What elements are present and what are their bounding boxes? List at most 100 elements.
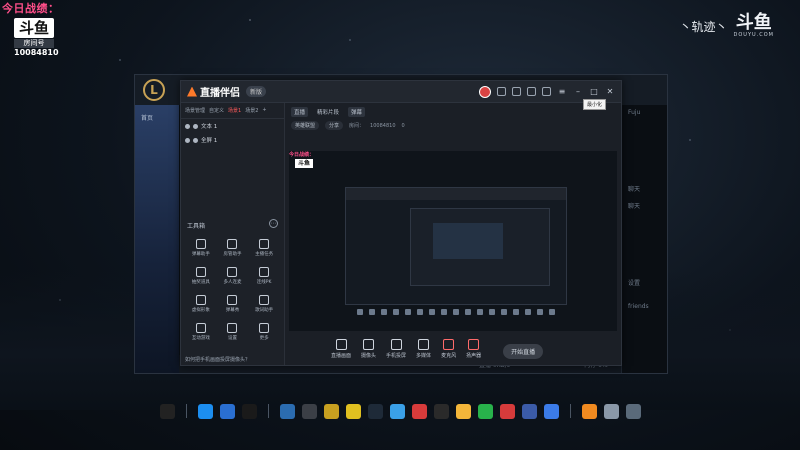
add-scene-button[interactable]: +	[262, 107, 266, 114]
control-media[interactable]: 多媒体	[416, 339, 431, 359]
tool-item[interactable]: 歌词助手	[248, 295, 280, 313]
tool-item[interactable]: 弹幕助手	[185, 239, 217, 257]
tool-item[interactable]: 多人连麦	[217, 267, 249, 285]
stream-preview[interactable]: 今日战绩： 斗鱼	[289, 151, 617, 331]
scene-source-item[interactable]: 文本 1	[181, 119, 284, 133]
toolbox-title: 工具箱	[187, 223, 206, 230]
tool-icon	[195, 323, 206, 333]
friend-row[interactable]: 聊天	[622, 197, 667, 214]
control-camera[interactable]: 摄像头	[361, 339, 376, 359]
wechat-icon[interactable]	[477, 403, 493, 419]
source-label: 全屏 1	[201, 138, 218, 144]
menu-icon[interactable]: ≡	[557, 87, 567, 96]
tool-item[interactable]: 连线PK	[248, 267, 280, 285]
screen-icon[interactable]	[527, 87, 536, 96]
game-icon[interactable]	[241, 403, 257, 419]
mail-icon[interactable]	[521, 403, 537, 419]
tab-scene-2[interactable]: 场景2	[245, 107, 258, 114]
emoji-icon[interactable]	[455, 403, 471, 419]
camera-icon	[363, 339, 375, 350]
close-button[interactable]: ✕	[605, 87, 615, 96]
lock-icon[interactable]	[193, 123, 198, 129]
tool-icon	[195, 239, 206, 249]
preview-overlay-logo: 斗鱼	[295, 159, 313, 168]
search-icon[interactable]	[219, 403, 235, 419]
gift-icon[interactable]	[497, 87, 506, 96]
recursive-header	[346, 188, 566, 200]
subtab-live[interactable]: 直播	[291, 107, 309, 117]
tool-icon	[259, 239, 270, 249]
taskbar	[0, 396, 800, 426]
scene-panel: 场景管理 自定义 场景1 场景2 + 文本 1 全屏 1 工具箱 ⋯ 弹幕助手 …	[181, 103, 285, 365]
user-avatar[interactable]	[479, 85, 491, 98]
friend-row[interactable]: friends	[622, 299, 667, 314]
netease-icon[interactable]	[499, 403, 515, 419]
capcut-icon[interactable]	[159, 403, 175, 419]
tool-label: 抽奖道具	[191, 280, 210, 285]
skin-icon[interactable]	[542, 87, 551, 96]
tool-item[interactable]: 设置	[217, 323, 249, 341]
streaming-app-window[interactable]: 直播伴侣 新版 ≡ – □ ✕ 最小化 场景管理 自定义 场景1 场景2 + 文…	[180, 80, 622, 366]
tool-label: 弹幕助手	[191, 252, 210, 257]
eye-icon[interactable]	[185, 123, 190, 129]
tool-item[interactable]: 弹幕秀	[217, 295, 249, 313]
browser-icon[interactable]	[279, 403, 295, 419]
steam2-icon[interactable]	[367, 403, 383, 419]
wow-icon[interactable]	[323, 403, 339, 419]
streamer-name: 丶轨迹丶	[679, 19, 728, 34]
tool-item[interactable]: 更多	[248, 323, 280, 341]
edge-icon[interactable]	[197, 403, 213, 419]
qq-icon[interactable]	[433, 403, 449, 419]
wps-icon[interactable]	[411, 403, 427, 419]
speaker-icon	[468, 339, 480, 350]
douyu-logo: 斗鱼	[14, 18, 54, 38]
friend-row[interactable]: Fuju	[622, 105, 667, 120]
help-link[interactable]: 如何把手机画面投屏摄像头？	[185, 356, 250, 363]
tool-item[interactable]: 抽奖道具	[185, 267, 217, 285]
tool-item[interactable]: 房管助手	[217, 239, 249, 257]
folder-icon[interactable]	[581, 403, 597, 419]
feishu-icon[interactable]	[389, 403, 405, 419]
tab-scene-manage[interactable]: 场景管理	[185, 107, 205, 114]
tool-item[interactable]: 主播任务	[248, 239, 280, 257]
control-mic[interactable]: 麦克风	[441, 339, 456, 359]
tool-label: 弹幕秀	[225, 308, 240, 313]
category-pill[interactable]: 英雄联盟	[291, 121, 320, 130]
eye-icon[interactable]	[185, 137, 190, 143]
control-label: 直播画面	[331, 353, 352, 359]
friend-row[interactable]: 聊天	[622, 180, 667, 197]
tool-icon	[227, 239, 238, 249]
game-art-panel: 首页	[135, 105, 179, 373]
app-name: 直播伴侣	[200, 88, 240, 99]
share-pill[interactable]: 分享	[325, 121, 344, 130]
brand-logo: 斗鱼	[735, 12, 772, 33]
version-badge[interactable]: 新版	[246, 86, 267, 97]
message-icon[interactable]	[512, 87, 521, 96]
control-label: 手机投屏	[386, 353, 407, 359]
tool-item[interactable]: 虚拟形象	[185, 295, 217, 313]
tool-icon	[227, 295, 238, 305]
toolbox-more-icon[interactable]: ⋯	[269, 219, 278, 228]
control-screen[interactable]: 直播画面	[331, 339, 351, 359]
recycle-icon[interactable]	[603, 403, 619, 419]
nav-home[interactable]: 首页	[135, 105, 179, 130]
subtab-highlights[interactable]: 精彩片段	[314, 107, 342, 117]
maximize-button[interactable]: □	[589, 87, 599, 96]
steam-icon[interactable]	[301, 403, 317, 419]
tab-custom[interactable]: 自定义	[209, 107, 224, 114]
tool-item[interactable]: 互动游戏	[185, 323, 217, 341]
friend-row[interactable]: 设置	[622, 274, 667, 291]
scene-source-item[interactable]: 全屏 1	[181, 133, 284, 147]
control-label: 多媒体	[416, 353, 432, 359]
minimize-button[interactable]: –	[573, 87, 583, 96]
tab-scene-1[interactable]: 场景1	[228, 107, 241, 114]
subtab-danmu[interactable]: 弹幕	[348, 107, 366, 117]
wegame-icon[interactable]	[345, 403, 361, 419]
start-live-button[interactable]: 开始直播	[503, 344, 544, 359]
screen-icon[interactable]	[625, 403, 641, 419]
lock-icon[interactable]	[193, 137, 198, 143]
baidu-icon[interactable]	[543, 403, 559, 419]
control-phone[interactable]: 手机投屏	[386, 339, 406, 359]
room-number: 10084810	[14, 48, 59, 57]
control-speaker[interactable]: 扬声器	[466, 339, 481, 359]
